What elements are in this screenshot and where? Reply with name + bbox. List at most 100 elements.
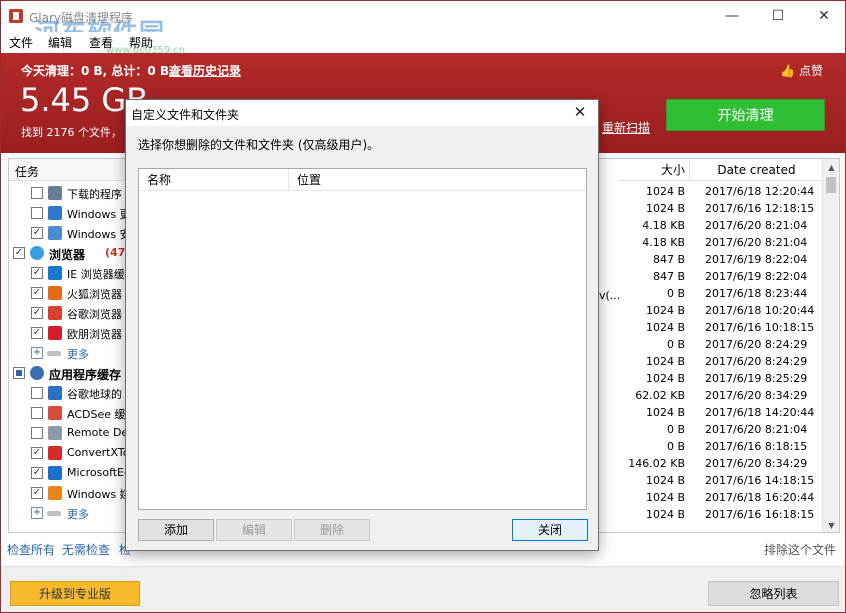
file-row[interactable]: 1024 B 2017/6/16 10:18:15 <box>597 321 823 338</box>
task-checkbox[interactable] <box>31 187 43 199</box>
task-checkbox[interactable]: ✓ <box>31 327 43 339</box>
file-row[interactable]: 0 B 2017/6/16 8:18:15 <box>597 440 823 457</box>
today-summary: 今天清理：0 B, 总计：0 B。 <box>21 64 182 78</box>
column-size[interactable]: 大小 <box>619 159 689 181</box>
file-date: 2017/6/20 8:34:29 <box>705 457 808 470</box>
uncheck-all-link[interactable]: 无需检查 <box>62 541 110 558</box>
file-row[interactable]: 1024 B 2017/6/16 16:18:15 <box>597 508 823 525</box>
minimize-button[interactable]: — <box>709 1 755 32</box>
window-close-button[interactable]: ✕ <box>801 1 845 32</box>
task-icon <box>48 386 62 400</box>
column-location[interactable]: 位置 <box>289 169 586 191</box>
more-label[interactable]: 更多 <box>67 506 89 522</box>
footer-bar: 升级到专业版 忽略列表 <box>1 566 845 612</box>
dialog-title-bar: 自定义文件和文件夹 ✕ <box>126 100 598 126</box>
task-label: Windows 媒 <box>67 488 131 501</box>
maximize-button[interactable]: ☐ <box>755 1 801 32</box>
file-row[interactable]: 1024 B 2017/6/19 8:25:29 <box>597 372 823 389</box>
column-date-created[interactable]: Date created <box>689 159 823 181</box>
file-row[interactable]: 1024 B 2017/6/18 10:20:44 <box>597 304 823 321</box>
file-size: 62.02 KB <box>635 389 685 402</box>
file-date: 2017/6/18 14:20:44 <box>705 406 815 419</box>
rescan-link[interactable]: 重新扫描 <box>602 119 650 136</box>
scroll-down-icon[interactable]: ▼ <box>823 517 839 532</box>
column-name[interactable]: 名称 <box>139 169 289 191</box>
file-date: 2017/6/16 10:18:15 <box>705 321 815 334</box>
dialog-close-button[interactable]: 关闭 <box>512 519 588 541</box>
task-checkbox[interactable]: ✓ <box>31 487 43 499</box>
file-size: 1024 B <box>645 508 685 521</box>
task-checkbox[interactable]: ✓ <box>31 267 43 279</box>
task-checkbox[interactable]: ✓ <box>13 247 25 259</box>
upgrade-button[interactable]: 升级到专业版 <box>10 581 140 606</box>
file-date: 2017/6/20 8:24:29 <box>705 355 808 368</box>
menu-file[interactable]: 文件 <box>9 34 33 51</box>
dialog-close-icon[interactable]: ✕ <box>562 100 598 126</box>
task-checkbox[interactable] <box>31 427 43 439</box>
task-checkbox[interactable]: ✓ <box>31 447 43 459</box>
file-row[interactable]: 146.02 KB 2017/6/20 8:34:29 <box>597 457 823 474</box>
more-label[interactable]: 更多 <box>67 346 89 362</box>
task-checkbox[interactable] <box>13 367 25 379</box>
file-size: 1024 B <box>645 406 685 419</box>
add-button[interactable]: 添加 <box>138 519 214 541</box>
delete-button[interactable]: 删除 <box>294 519 370 541</box>
file-row[interactable]: 62.02 KB 2017/6/20 8:34:29 <box>597 389 823 406</box>
task-checkbox[interactable] <box>31 207 43 219</box>
file-date: 2017/6/20 8:21:04 <box>705 236 808 249</box>
task-icon <box>48 306 62 320</box>
task-checkbox[interactable]: ✓ <box>31 307 43 319</box>
task-icon <box>48 406 62 420</box>
task-label: MicrosoftEd <box>67 466 131 479</box>
file-row[interactable]: 1024 B 2017/6/18 14:20:44 <box>597 406 823 423</box>
menu-edit[interactable]: 编辑 <box>48 34 72 51</box>
task-checkbox[interactable] <box>31 407 43 419</box>
task-icon <box>48 286 62 300</box>
file-list-scrollbar[interactable]: ▲ ▼ <box>822 159 839 532</box>
edit-button[interactable]: 编辑 <box>216 519 292 541</box>
file-date: 2017/6/19 8:25:29 <box>705 372 808 385</box>
file-row[interactable]: 4.18 KB 2017/6/20 8:21:04 <box>597 219 823 236</box>
task-icon <box>48 186 62 200</box>
task-checkbox[interactable]: ✓ <box>31 467 43 479</box>
task-checkbox[interactable] <box>31 387 43 399</box>
task-label: Remote Des <box>67 426 134 439</box>
file-row[interactable]: 4.18 KB 2017/6/20 8:21:04 <box>597 236 823 253</box>
file-row[interactable]: 1024 B 2017/6/16 12:18:15 <box>597 202 823 219</box>
task-label: IE 浏览器缓 <box>67 268 125 281</box>
file-size: 847 B <box>652 270 685 283</box>
scroll-thumb[interactable] <box>826 177 836 193</box>
exclude-file-link[interactable]: 排除这个文件 <box>764 541 836 558</box>
scroll-up-icon[interactable]: ▲ <box>823 159 839 176</box>
file-row[interactable]: 0 B 2017/6/20 8:24:29 <box>597 338 823 355</box>
task-label: 应用程序缓存 <box>49 368 122 382</box>
file-row[interactable]: 1024 B 2017/6/18 12:20:44 <box>597 185 823 202</box>
file-row[interactable]: 1024 B 2017/6/18 16:20:44 <box>597 491 823 508</box>
app-logo-icon <box>9 9 23 23</box>
file-row[interactable]: 847 B 2017/6/19 8:22:04 <box>597 253 823 270</box>
history-link[interactable]: 查看历史记录 <box>169 62 241 79</box>
file-row[interactable]: 847 B 2017/6/19 8:22:04 <box>597 270 823 287</box>
file-row[interactable]: 1024 B 2017/6/16 14:18:15 <box>597 474 823 491</box>
custom-items-list[interactable]: 名称 位置 <box>138 168 587 510</box>
file-date: 2017/6/19 8:22:04 <box>705 270 808 283</box>
task-icon <box>30 246 44 260</box>
file-row[interactable]: 0 B 2017/6/18 8:23:44 <box>597 287 823 304</box>
file-size: 146.02 KB <box>628 457 685 470</box>
task-checkbox[interactable]: ✓ <box>31 287 43 299</box>
task-icon <box>48 326 62 340</box>
task-label: 欧朋浏览器 <box>67 328 122 341</box>
expand-icon[interactable]: + <box>31 347 43 359</box>
file-row[interactable]: 0 B 2017/6/20 8:21:04 <box>597 423 823 440</box>
task-label: 浏览器 <box>49 248 86 262</box>
like-button[interactable]: 👍 点赞 <box>780 62 823 79</box>
file-date: 2017/6/16 16:18:15 <box>705 508 815 521</box>
dialog-title: 自定义文件和文件夹 <box>131 108 240 122</box>
ignore-list-button[interactable]: 忽略列表 <box>708 581 839 606</box>
more-icon <box>47 351 61 356</box>
file-row[interactable]: 1024 B 2017/6/20 8:24:29 <box>597 355 823 372</box>
check-all-link[interactable]: 检查所有 <box>7 541 55 558</box>
task-checkbox[interactable]: ✓ <box>31 227 43 239</box>
start-clean-button[interactable]: 开始清理 <box>666 99 825 131</box>
expand-icon[interactable]: + <box>31 507 43 519</box>
